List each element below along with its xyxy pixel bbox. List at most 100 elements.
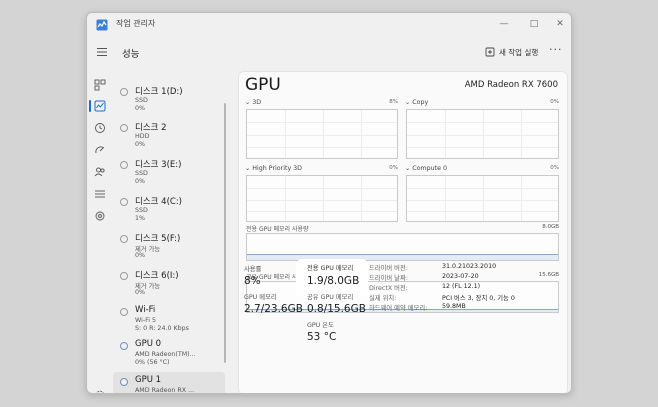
settings-icon[interactable] <box>94 389 106 394</box>
details-icon[interactable] <box>94 188 106 200</box>
dedicated-memory-value: 1.9/8.0GB <box>307 275 360 287</box>
device-type: SSD <box>135 207 148 214</box>
device-list-item[interactable]: Wi-Fi Wi-Fi 5 S: 0 R: 24.0 Kbps <box>113 302 225 339</box>
performance-icon[interactable] <box>94 100 106 112</box>
device-type: AMD Radeon RX ... <box>135 387 195 394</box>
nav-selection-indicator <box>89 100 91 112</box>
device-usage: 0% <box>135 178 145 185</box>
gpu-model-name: AMD Radeon RX 7600 <box>464 80 558 90</box>
shared-memory-label: 공유 GPU 메모리 <box>307 294 354 301</box>
device-name: Wi-Fi <box>135 305 156 315</box>
engine-copy-percent: 0% <box>550 99 559 105</box>
device-name: 디스크 6(I:) <box>135 271 179 281</box>
hamburger-menu-icon[interactable] <box>95 45 109 59</box>
gpu-memory-label: GPU 메모리 <box>244 294 277 301</box>
device-list-item[interactable]: 디스크 1(D:) SSD 0% <box>113 82 225 119</box>
utilization-value: 8% <box>244 275 261 287</box>
driver-version-value: 31.0.21023.2010 <box>442 263 497 270</box>
device-status-dot-icon <box>120 378 128 386</box>
device-type: AMD Radeon(TM)... <box>135 351 196 358</box>
shared-memory-value: 0.8/15.6GB <box>307 303 366 315</box>
device-type: HDD <box>135 133 150 140</box>
device-status-dot-icon <box>120 88 128 96</box>
run-task-icon <box>485 47 495 57</box>
device-usage: S: 0 R: 24.0 Kbps <box>135 325 189 332</box>
dedicated-memory-graph-max: 8.0GB <box>542 224 559 230</box>
engine-compute-0-percent: 0% <box>550 165 559 171</box>
window-title: 작업 관리자 <box>116 19 156 28</box>
device-list-item[interactable]: 디스크 4(C:) SSD 1% <box>113 192 225 229</box>
minimize-button[interactable]: — <box>491 16 517 32</box>
engine-copy-graph <box>406 109 559 159</box>
close-icon: ✕ <box>556 19 564 29</box>
device-name: 디스크 2 <box>135 123 167 133</box>
device-usage: 0% <box>135 141 145 148</box>
device-name: GPU 0 <box>135 339 162 349</box>
run-new-task-label: 새 작업 실행 <box>499 47 539 57</box>
minimize-icon: — <box>499 19 509 29</box>
navigation-rail <box>87 71 113 394</box>
engine-high-priority-3d-percent: 0% <box>389 165 398 171</box>
device-list-item[interactable]: 디스크 6(I:) 제거 가능 0% <box>113 266 225 303</box>
command-bar: 성능 새 작업 실행 ··· <box>87 37 571 71</box>
gpu-detail-panel: GPU AMD Radeon RX 7600 ⌄ 3D 8% ⌄ Copy 0%… <box>238 71 568 393</box>
device-usage: 0% (56 °C) <box>135 359 170 366</box>
task-manager-app-icon <box>96 19 108 31</box>
task-manager-window: 작업 관리자 — □ ✕ 성능 새 작업 실행 ··· 디스크 1(D:) SS… <box>86 12 572 394</box>
startup-apps-icon[interactable] <box>94 144 106 156</box>
maximize-button[interactable]: □ <box>521 16 547 32</box>
device-type: Wi-Fi 5 <box>135 317 157 324</box>
dedicated-memory-graph <box>246 233 559 261</box>
device-status-dot-icon <box>120 124 128 132</box>
device-list-item[interactable]: GPU 1AMD Radeon RX ...8% (53 °C) <box>113 372 225 394</box>
device-list: 디스크 1(D:) SSD 0% 디스크 2 HDD 0% 디스크 3(E:) SSD 0% 디스… <box>113 71 231 394</box>
driver-date-key: 드라이버 날짜: <box>369 275 408 282</box>
gpu-temperature-value: 53 °C <box>307 331 337 343</box>
device-list-item[interactable]: GPU 0 AMD Radeon(TM)... 0% (56 °C) <box>113 336 225 373</box>
device-name: 디스크 1(D:) <box>135 87 183 97</box>
engine-3d-graph <box>246 109 398 159</box>
device-list-scrollbar[interactable] <box>224 103 226 363</box>
gpu-memory-value: 2.7/23.6GB <box>244 303 303 315</box>
title-bar[interactable]: 작업 관리자 — □ ✕ <box>87 13 571 37</box>
engine-compute-0-label: ⌄ Compute 0 <box>405 165 448 172</box>
engine-3d-label: ⌄ 3D <box>245 99 262 106</box>
device-name: 디스크 3(E:) <box>135 160 182 170</box>
driver-date-value: 2023-07-20 <box>442 273 479 280</box>
device-type: SSD <box>135 170 148 177</box>
engine-high-priority-3d-label: ⌄ High Priority 3D <box>245 165 303 172</box>
gpu-temperature-label: GPU 온도 <box>307 322 334 329</box>
device-usage: 0% <box>135 289 145 296</box>
utilization-label: 사용률 <box>244 266 262 273</box>
device-status-dot-icon <box>120 272 128 280</box>
device-type: SSD <box>135 97 148 104</box>
directx-version-value: 12 (FL 12.1) <box>442 283 481 290</box>
dedicated-memory-graph-label: 전용 GPU 메모리 사용량 <box>246 226 309 233</box>
processes-icon[interactable] <box>94 79 106 91</box>
engine-high-priority-3d-graph <box>246 175 398 222</box>
device-usage: 0% <box>135 105 145 112</box>
device-status-dot-icon <box>120 235 128 243</box>
users-icon[interactable] <box>94 166 106 178</box>
device-name: 디스크 4(C:) <box>135 197 183 207</box>
device-list-item[interactable]: 디스크 3(E:) SSD 0% <box>113 155 225 192</box>
driver-version-key: 드라이버 버전: <box>369 265 408 272</box>
engine-3d-percent: 8% <box>389 99 398 105</box>
close-button[interactable]: ✕ <box>547 16 571 32</box>
device-list-item[interactable]: 디스크 5(F:) 제거 가능 0% <box>113 229 225 266</box>
engine-compute-0-graph <box>406 175 559 222</box>
engine-copy-label: ⌄ Copy <box>405 99 429 106</box>
run-new-task-button[interactable]: 새 작업 실행 <box>485 45 538 59</box>
more-options-icon[interactable]: ··· <box>549 43 563 56</box>
physical-location-value: PCI 버스 3, 장치 0, 기능 0 <box>442 295 515 302</box>
app-history-icon[interactable] <box>94 122 106 134</box>
services-icon[interactable] <box>94 210 106 222</box>
device-usage: 1% <box>135 215 145 222</box>
device-usage: 0% <box>135 252 145 259</box>
device-name: GPU 1 <box>135 375 162 385</box>
device-status-dot-icon <box>120 342 128 350</box>
device-list-item[interactable]: 디스크 2 HDD 0% <box>113 118 225 155</box>
device-status-dot-icon <box>120 308 128 316</box>
maximize-icon: □ <box>529 19 539 29</box>
device-status-dot-icon <box>120 198 128 206</box>
